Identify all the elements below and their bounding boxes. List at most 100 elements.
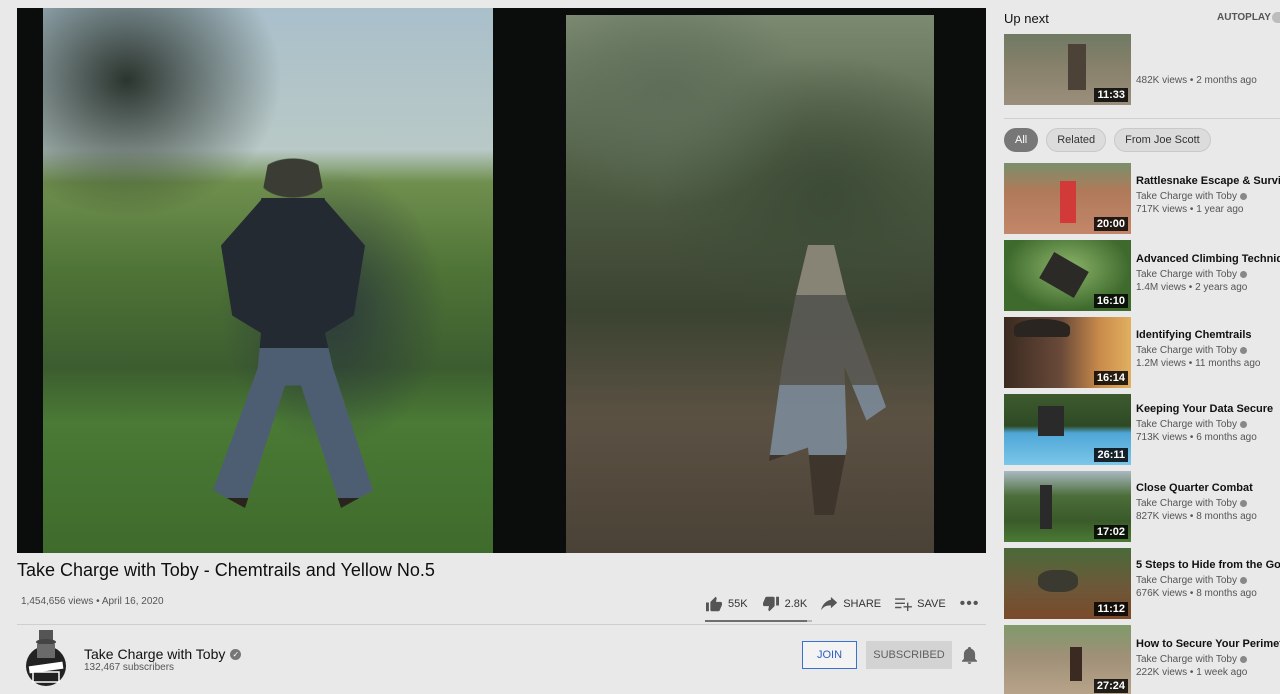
channel-logo [26, 630, 66, 686]
video-duration: 11:12 [1094, 602, 1128, 616]
rec-age: 8 months ago [1196, 588, 1257, 599]
share-button[interactable]: SHARE [821, 597, 881, 611]
rec-info[interactable]: Rattlesnake Escape & Survival Take Charg… [1136, 175, 1280, 215]
rec-views: 1.4M views [1136, 282, 1187, 293]
verified-icon [1239, 421, 1247, 428]
dislike-button[interactable]: 2.8K [762, 596, 808, 612]
video-duration: 17:02 [1093, 525, 1128, 539]
video-actions: 55K 2.8K SHARE SAVE ••• [705, 590, 979, 618]
subscriber-count: 132,467 subscribers [84, 662, 175, 673]
share-label: SHARE [843, 598, 882, 610]
channel-name[interactable]: Take Charge with Toby ✓ [84, 646, 242, 662]
rec-thumbnail[interactable]: 16:14 [1004, 317, 1131, 388]
rec-channel-name: Take Charge with Toby [1136, 345, 1237, 356]
rec-channel: Take Charge with Toby [1136, 419, 1280, 430]
rec-title: Close Quarter Combat [1136, 482, 1253, 494]
upnext-views: 482K views [1136, 75, 1188, 86]
notification-bell-icon[interactable] [962, 647, 977, 669]
rec-channel-name: Take Charge with Toby [1136, 269, 1237, 280]
rec-thumbnail[interactable]: 26:11 [1004, 394, 1131, 465]
rec-thumbnail[interactable]: 27:24 [1004, 625, 1131, 694]
rec-thumbnail[interactable]: 11:12 [1004, 548, 1131, 619]
rec-age: 1 week ago [1196, 667, 1248, 678]
rec-channel: Take Charge with Toby [1136, 498, 1280, 509]
save-button[interactable]: SAVE [895, 597, 946, 611]
upnext-stats: 482K views • 2 months ago [1136, 75, 1257, 86]
channel-avatar[interactable] [21, 626, 71, 688]
verified-icon [1239, 577, 1247, 584]
more-actions-button[interactable]: ••• [960, 595, 980, 613]
thumbs-down-icon [762, 596, 779, 612]
rec-age: 2 years ago [1195, 282, 1248, 293]
rec-info[interactable]: Identifying Chemtrails Take Charge with … [1136, 329, 1280, 369]
rec-views: 676K views [1136, 588, 1188, 599]
rec-info[interactable]: How to Secure Your Perimeter Take Charge… [1136, 638, 1280, 678]
rec-age: 8 months ago [1196, 511, 1257, 522]
rec-title: Keeping Your Data Secure [1136, 403, 1274, 415]
rec-channel-name: Take Charge with Toby [1136, 419, 1237, 430]
up-next-label: Up next [1004, 11, 1049, 26]
rec-title: Rattlesnake Escape & Survival [1136, 175, 1280, 187]
rec-info[interactable]: 5 Steps to Hide from the Government Take… [1136, 559, 1280, 599]
like-ratio-bar [705, 620, 812, 622]
verified-badge-icon: ✓ [230, 648, 242, 660]
like-button[interactable]: 55K [705, 596, 748, 612]
rec-stats: 717K views • 1 year ago [1136, 204, 1244, 215]
chip-related[interactable]: Related [1046, 128, 1107, 152]
verified-icon [1239, 271, 1247, 278]
rec-age: 11 months ago [1195, 358, 1261, 369]
like-ratio-fill [705, 620, 807, 622]
rec-views: 1.2M views [1136, 358, 1187, 369]
tree-silhouette [43, 8, 283, 218]
chip-from-channel[interactable]: From Joe Scott [1114, 128, 1211, 152]
upnext-age: 2 months ago [1196, 75, 1257, 86]
rec-channel: Take Charge with Toby [1136, 191, 1280, 202]
video-duration: 16:14 [1093, 371, 1128, 385]
rec-views: 717K views [1136, 204, 1188, 215]
rec-title: Advanced Climbing Techniques [1136, 253, 1280, 265]
autoplay-toggle[interactable] [1272, 12, 1280, 23]
like-count: 55K [728, 598, 748, 610]
upnext-thumbnail[interactable]: 11:33 [1004, 34, 1131, 105]
rec-age: 1 year ago [1196, 204, 1244, 215]
rec-title: How to Secure Your Perimeter [1136, 638, 1280, 650]
rec-age: 6 months ago [1196, 432, 1257, 443]
join-button[interactable]: JOIN [802, 641, 857, 669]
video-player[interactable] [17, 8, 986, 553]
rec-info[interactable]: Keeping Your Data Secure Take Charge wit… [1136, 403, 1280, 443]
rec-views: 222K views [1136, 667, 1188, 678]
rec-thumbnail[interactable]: 17:02 [1004, 471, 1131, 542]
rec-stats: 676K views • 8 months ago [1136, 588, 1257, 599]
rec-info[interactable]: Advanced Climbing Techniques Take Charge… [1136, 253, 1280, 293]
rec-channel: Take Charge with Toby [1136, 654, 1280, 665]
meta-separator: • [96, 596, 100, 607]
chip-all[interactable]: All [1004, 128, 1039, 152]
person-figure-right [769, 245, 886, 515]
divider [17, 624, 986, 625]
verified-icon [1239, 656, 1247, 663]
rec-thumbnail[interactable]: 16:10 [1004, 240, 1131, 311]
rec-channel-name: Take Charge with Toby [1136, 498, 1237, 509]
video-duration: 27:24 [1093, 679, 1128, 693]
share-icon [821, 597, 838, 611]
filter-chips: All Related From Joe Scott [1004, 128, 1219, 152]
rec-channel: Take Charge with Toby [1136, 575, 1280, 586]
video-title: Take Charge with Toby - Chemtrails and Y… [17, 560, 435, 580]
rec-stats: 222K views • 1 week ago [1136, 667, 1248, 678]
dislike-count: 2.8K [784, 598, 808, 610]
rec-stats: 713K views • 6 months ago [1136, 432, 1257, 443]
video-frame-right [566, 15, 934, 553]
rec-stats: 827K views • 8 months ago [1136, 511, 1257, 522]
video-duration: 16:10 [1093, 294, 1128, 308]
rec-thumbnail[interactable]: 20:00 [1004, 163, 1131, 234]
video-duration: 20:00 [1093, 217, 1128, 231]
rec-stats: 1.2M views • 11 months ago [1136, 358, 1261, 369]
playlist-add-icon [895, 598, 913, 611]
rec-info[interactable]: Close Quarter Combat Take Charge with To… [1136, 482, 1280, 522]
verified-icon [1239, 500, 1247, 507]
rec-channel-name: Take Charge with Toby [1136, 191, 1237, 202]
save-label: SAVE [917, 598, 946, 610]
autoplay-label: AUTOPLAY [1217, 12, 1271, 23]
subscribed-button[interactable]: SUBSCRIBED [866, 641, 952, 669]
rec-stats: 1.4M views • 2 years ago [1136, 282, 1248, 293]
